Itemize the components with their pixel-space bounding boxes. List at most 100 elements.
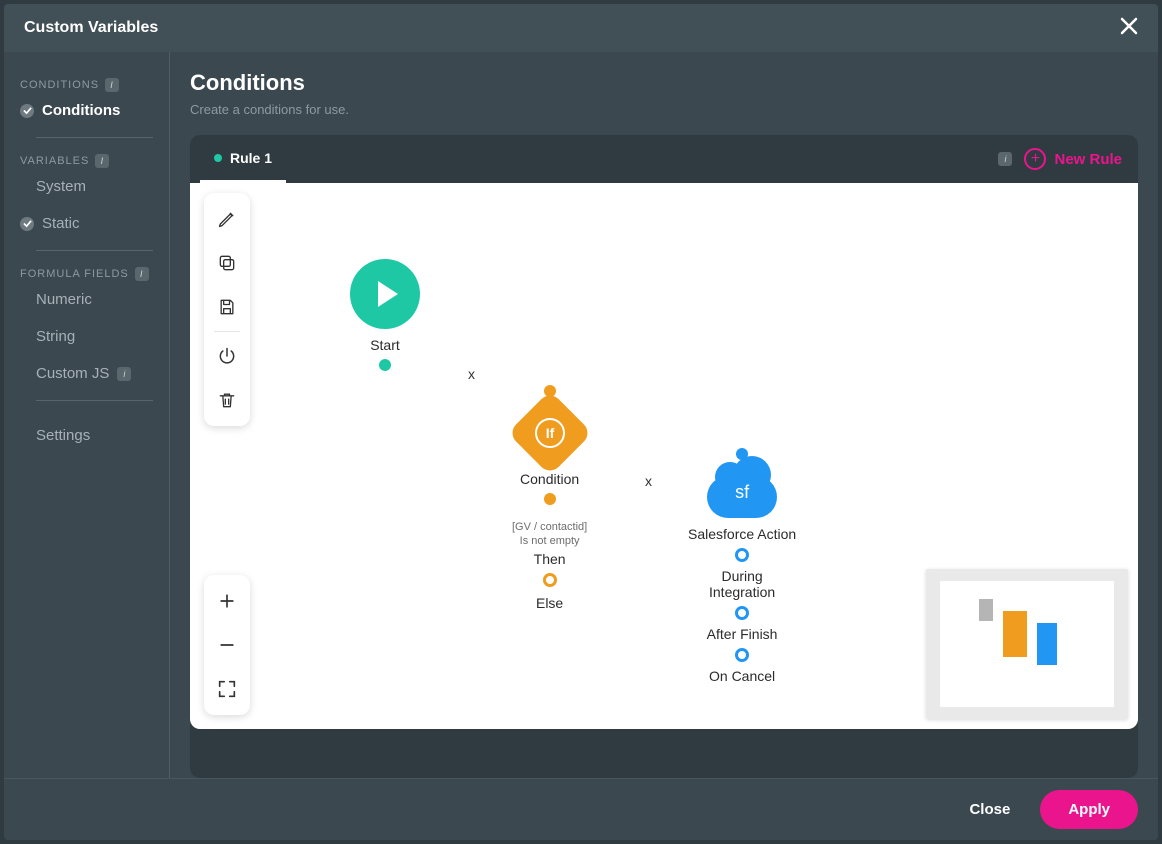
sidebar-section-variables: VARIABLES i bbox=[20, 154, 157, 168]
new-rule-label: New Rule bbox=[1054, 151, 1122, 168]
port-cancel[interactable] bbox=[735, 648, 749, 662]
status-dot-icon bbox=[214, 154, 222, 162]
sidebar: CONDITIONS i Conditions VARIABLES i Syst… bbox=[4, 52, 170, 778]
port-out[interactable] bbox=[544, 493, 556, 505]
port-during[interactable] bbox=[735, 548, 749, 562]
sidebar-item-label: System bbox=[36, 178, 86, 195]
port-after[interactable] bbox=[735, 606, 749, 620]
info-icon[interactable]: i bbox=[95, 154, 109, 168]
power-button[interactable] bbox=[208, 334, 246, 378]
info-icon[interactable]: i bbox=[117, 367, 131, 381]
sidebar-item-label: Settings bbox=[36, 427, 90, 444]
connector-delete-icon[interactable]: x bbox=[468, 366, 475, 382]
minimap-view bbox=[940, 581, 1114, 707]
edit-button[interactable] bbox=[208, 197, 246, 241]
main-panel: Conditions Create a conditions for use. … bbox=[170, 52, 1158, 778]
modal-header: Custom Variables bbox=[4, 4, 1158, 52]
canvas-wrap: x x Start If Condition bbox=[190, 183, 1138, 778]
minimap-node bbox=[1003, 611, 1027, 657]
node-start[interactable]: Start bbox=[350, 259, 420, 371]
sidebar-item-static[interactable]: Static bbox=[20, 205, 157, 242]
modal-body: CONDITIONS i Conditions VARIABLES i Syst… bbox=[4, 52, 1158, 778]
sf-logo-text: sf bbox=[707, 482, 777, 503]
during-label: During Integration bbox=[709, 568, 775, 600]
zoom-in-button[interactable] bbox=[208, 579, 246, 623]
node-label: Salesforce Action bbox=[688, 526, 796, 542]
info-icon[interactable]: i bbox=[135, 267, 149, 281]
duplicate-button[interactable] bbox=[208, 241, 246, 285]
plus-circle-icon: + bbox=[1024, 148, 1046, 170]
after-label: After Finish bbox=[707, 626, 778, 642]
sidebar-section-label: CONDITIONS bbox=[20, 79, 99, 91]
sidebar-item-string[interactable]: String bbox=[20, 318, 157, 355]
connector-delete-icon[interactable]: x bbox=[645, 473, 652, 489]
else-label: Else bbox=[536, 595, 563, 611]
if-label: If bbox=[535, 418, 565, 448]
port-then[interactable] bbox=[543, 573, 557, 587]
sidebar-item-label: Conditions bbox=[42, 102, 120, 119]
plus-icon bbox=[217, 591, 237, 611]
divider bbox=[36, 250, 153, 251]
sidebar-item-numeric[interactable]: Numeric bbox=[20, 281, 157, 318]
info-icon[interactable]: i bbox=[105, 78, 119, 92]
page-subtitle: Create a conditions for use. bbox=[190, 102, 1138, 117]
new-rule-button[interactable]: + New Rule bbox=[1024, 148, 1122, 170]
divider bbox=[36, 400, 153, 401]
minimap[interactable] bbox=[926, 569, 1128, 719]
canvas-tools-top bbox=[204, 193, 250, 426]
trash-icon bbox=[217, 390, 237, 410]
sidebar-section-conditions: CONDITIONS i bbox=[20, 78, 157, 92]
cancel-label: On Cancel bbox=[709, 668, 775, 684]
sidebar-item-settings[interactable]: Settings bbox=[20, 417, 157, 454]
zoom-out-button[interactable] bbox=[208, 623, 246, 667]
copy-icon bbox=[217, 253, 237, 273]
pencil-icon bbox=[217, 209, 237, 229]
sidebar-item-system[interactable]: System bbox=[20, 168, 157, 205]
sidebar-section-label: VARIABLES bbox=[20, 155, 89, 167]
minimap-node bbox=[979, 599, 993, 621]
tab-rule-1[interactable]: Rule 1 bbox=[200, 135, 286, 183]
modal-title: Custom Variables bbox=[24, 19, 158, 37]
fit-screen-button[interactable] bbox=[208, 667, 246, 711]
fullscreen-icon bbox=[216, 678, 238, 700]
condition-expression: Is not empty bbox=[520, 535, 580, 549]
sidebar-item-conditions[interactable]: Conditions bbox=[20, 92, 157, 129]
sidebar-section-label: FORMULA FIELDS bbox=[20, 268, 129, 280]
modal-footer: Close Apply bbox=[4, 778, 1158, 840]
sidebar-item-label: Numeric bbox=[36, 291, 92, 308]
check-icon bbox=[20, 217, 34, 231]
save-button[interactable] bbox=[208, 285, 246, 329]
save-icon bbox=[217, 297, 237, 317]
rules-tab-bar: Rule 1 i + New Rule bbox=[190, 135, 1138, 183]
custom-variables-modal: Custom Variables CONDITIONS i Conditions… bbox=[4, 4, 1158, 840]
node-label: Start bbox=[370, 337, 400, 353]
tabs: Rule 1 bbox=[200, 135, 286, 183]
sidebar-item-label: Custom JS bbox=[36, 365, 109, 382]
port-out[interactable] bbox=[379, 359, 391, 371]
info-icon[interactable]: i bbox=[998, 152, 1012, 166]
canvas-tools-bottom bbox=[204, 575, 250, 715]
play-icon bbox=[350, 259, 420, 329]
then-label: Then bbox=[534, 551, 566, 567]
delete-button[interactable] bbox=[208, 378, 246, 422]
page-title: Conditions bbox=[190, 70, 1138, 96]
tab-label: Rule 1 bbox=[230, 150, 272, 166]
power-icon bbox=[217, 346, 237, 366]
flow-canvas[interactable]: x x Start If Condition bbox=[190, 183, 1138, 729]
node-label: Condition bbox=[520, 471, 579, 487]
cloud-icon: sf bbox=[707, 476, 777, 518]
sidebar-item-label: Static bbox=[42, 215, 80, 232]
sidebar-item-customjs[interactable]: Custom JS i bbox=[20, 355, 157, 392]
divider bbox=[36, 137, 153, 138]
apply-button[interactable]: Apply bbox=[1040, 790, 1138, 829]
node-condition[interactable]: If Condition [GV / contactid] Is not emp… bbox=[512, 385, 587, 611]
close-icon[interactable] bbox=[1120, 16, 1138, 40]
minus-icon bbox=[217, 635, 237, 655]
check-icon bbox=[20, 104, 34, 118]
sidebar-item-label: String bbox=[36, 328, 75, 345]
close-button[interactable]: Close bbox=[957, 791, 1022, 828]
node-salesforce-action[interactable]: sf Salesforce Action During Integration … bbox=[688, 448, 796, 684]
sidebar-section-formula: FORMULA FIELDS i bbox=[20, 267, 157, 281]
minimap-node bbox=[1037, 623, 1057, 665]
diamond-icon: If bbox=[507, 391, 592, 476]
